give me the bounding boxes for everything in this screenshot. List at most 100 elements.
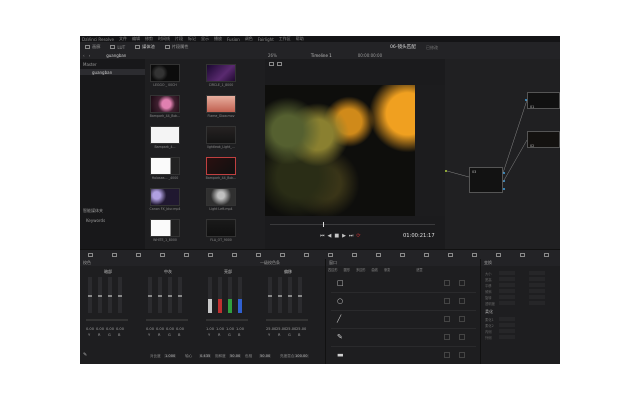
viewer-tool-icon[interactable] — [277, 62, 282, 66]
adjust-value[interactable]: 1.000 — [164, 354, 177, 358]
palette-icon[interactable] — [304, 253, 309, 257]
lut-button[interactable]: LUT — [105, 45, 130, 50]
wheel-master-track[interactable] — [146, 319, 188, 321]
palette-icon[interactable] — [280, 253, 285, 257]
clip-thumbnail[interactable] — [206, 219, 236, 237]
soft-field-input[interactable] — [499, 317, 515, 321]
adjust-value[interactable]: 100.00 — [294, 354, 309, 358]
channel-slider[interactable] — [108, 277, 112, 313]
channel-slider[interactable] — [288, 277, 292, 313]
channel-slider[interactable] — [268, 277, 272, 313]
scrubber-track[interactable] — [270, 224, 435, 225]
channel-slider[interactable] — [118, 277, 122, 313]
wheel-master-track[interactable] — [206, 319, 248, 321]
palette-icon[interactable] — [184, 253, 189, 257]
playhead[interactable] — [323, 222, 324, 227]
channel-slider[interactable] — [278, 277, 282, 313]
media-pool-button[interactable]: 媒体池 — [130, 44, 160, 50]
keywords-item[interactable]: Keywords — [86, 218, 105, 223]
window-row[interactable]: ○ — [331, 293, 476, 311]
channel-slider[interactable] — [178, 277, 182, 313]
viewer-tool-icon[interactable] — [269, 62, 274, 66]
palette-icon[interactable] — [160, 253, 165, 257]
transform-field-input[interactable] — [499, 295, 515, 299]
timeline-name[interactable]: Timeline 1 — [311, 53, 332, 58]
window-toggle[interactable] — [444, 280, 450, 286]
window-toggle[interactable] — [459, 316, 465, 322]
eyedropper-icon[interactable]: ✎ — [83, 352, 87, 358]
palette-icon[interactable] — [352, 253, 357, 257]
gallery-button[interactable]: 画廊 — [80, 44, 105, 50]
window-tool[interactable]: 渐变 — [384, 268, 390, 272]
zoom-level[interactable]: 26% — [268, 53, 277, 58]
window-toggle[interactable] — [444, 298, 450, 304]
adjust-value[interactable]: 50.00 — [229, 354, 242, 358]
window-row[interactable]: ╱ — [331, 311, 476, 329]
palette-icon[interactable] — [376, 253, 381, 257]
palette-icon[interactable] — [256, 253, 261, 257]
transform-field-input[interactable] — [529, 271, 545, 275]
window-row[interactable]: □ — [331, 275, 476, 293]
soft-field-input[interactable] — [499, 329, 515, 333]
clip-thumbnail[interactable] — [150, 219, 180, 237]
channel-slider[interactable] — [208, 277, 212, 313]
tree-item-selected[interactable]: guangban — [80, 69, 145, 75]
window-tool[interactable]: 多边形 — [356, 268, 366, 272]
back-icon[interactable]: ‹ — [83, 53, 85, 58]
transform-field-input[interactable] — [529, 295, 545, 299]
window-toggle[interactable] — [444, 352, 450, 358]
adjust-value[interactable]: 0.435 — [199, 354, 212, 358]
window-tool[interactable]: 四边形 — [328, 268, 338, 272]
palette-icon[interactable] — [472, 253, 477, 257]
window-tool[interactable]: 曲线 — [372, 268, 378, 272]
palette-icon[interactable] — [544, 253, 549, 257]
clip-thumbnail[interactable] — [150, 64, 180, 82]
master-folder[interactable]: Master — [83, 62, 97, 67]
clip-thumbnail[interactable] — [150, 188, 180, 206]
transform-field-input[interactable] — [529, 301, 545, 305]
clip-thumbnail[interactable] — [150, 126, 180, 144]
window-toggle[interactable] — [459, 298, 465, 304]
palette-icon[interactable] — [400, 253, 405, 257]
transform-field-input[interactable] — [499, 283, 515, 287]
wheel-master-track[interactable] — [266, 319, 308, 321]
clip-thumbnail[interactable] — [150, 95, 180, 113]
palette-icon[interactable] — [328, 253, 333, 257]
window-toggle[interactable] — [459, 280, 465, 286]
channel-slider[interactable] — [228, 277, 232, 313]
window-toggle[interactable] — [459, 352, 465, 358]
menu-item[interactable]: Fairlight — [258, 37, 274, 42]
menu-item[interactable]: DaVinci Resolve — [82, 37, 114, 42]
transform-field-input[interactable] — [529, 283, 545, 287]
channel-slider[interactable] — [168, 277, 172, 313]
rectangle-window-icon[interactable]: □ — [337, 279, 344, 287]
channel-slider[interactable] — [88, 277, 92, 313]
window-toggle[interactable] — [444, 334, 450, 340]
channel-slider[interactable] — [238, 277, 242, 313]
adjust-value[interactable]: 50.00 — [259, 354, 272, 358]
window-row[interactable]: ▬ — [331, 347, 476, 364]
clip-thumbnail[interactable] — [206, 95, 236, 113]
transform-field-input[interactable] — [499, 271, 515, 275]
curve-window-icon[interactable]: ✎ — [337, 333, 343, 341]
transform-field-input[interactable] — [529, 277, 545, 281]
window-tool[interactable]: 圆形 — [344, 268, 350, 272]
palette-icon[interactable] — [424, 253, 429, 257]
palette-icon[interactable] — [496, 253, 501, 257]
clip-thumbnail[interactable] — [206, 188, 236, 206]
palette-icon[interactable] — [448, 253, 453, 257]
clip-thumbnail[interactable] — [150, 157, 180, 175]
clip-thumbnail[interactable] — [206, 126, 236, 144]
palette-icon[interactable] — [208, 253, 213, 257]
transform-field-input[interactable] — [499, 289, 515, 293]
forward-icon[interactable]: › — [89, 53, 91, 58]
palette-icon[interactable] — [136, 253, 141, 257]
palette-icon[interactable] — [520, 253, 525, 257]
channel-slider[interactable] — [98, 277, 102, 313]
window-row[interactable]: ✎ — [331, 329, 476, 347]
palette-icon[interactable] — [88, 253, 93, 257]
menu-item[interactable]: Fusion — [227, 37, 240, 42]
wheels-mode[interactable]: 一级校色条 — [260, 260, 280, 266]
gradient-window-icon[interactable]: ▬ — [337, 351, 344, 359]
soft-field-input[interactable] — [499, 335, 515, 339]
